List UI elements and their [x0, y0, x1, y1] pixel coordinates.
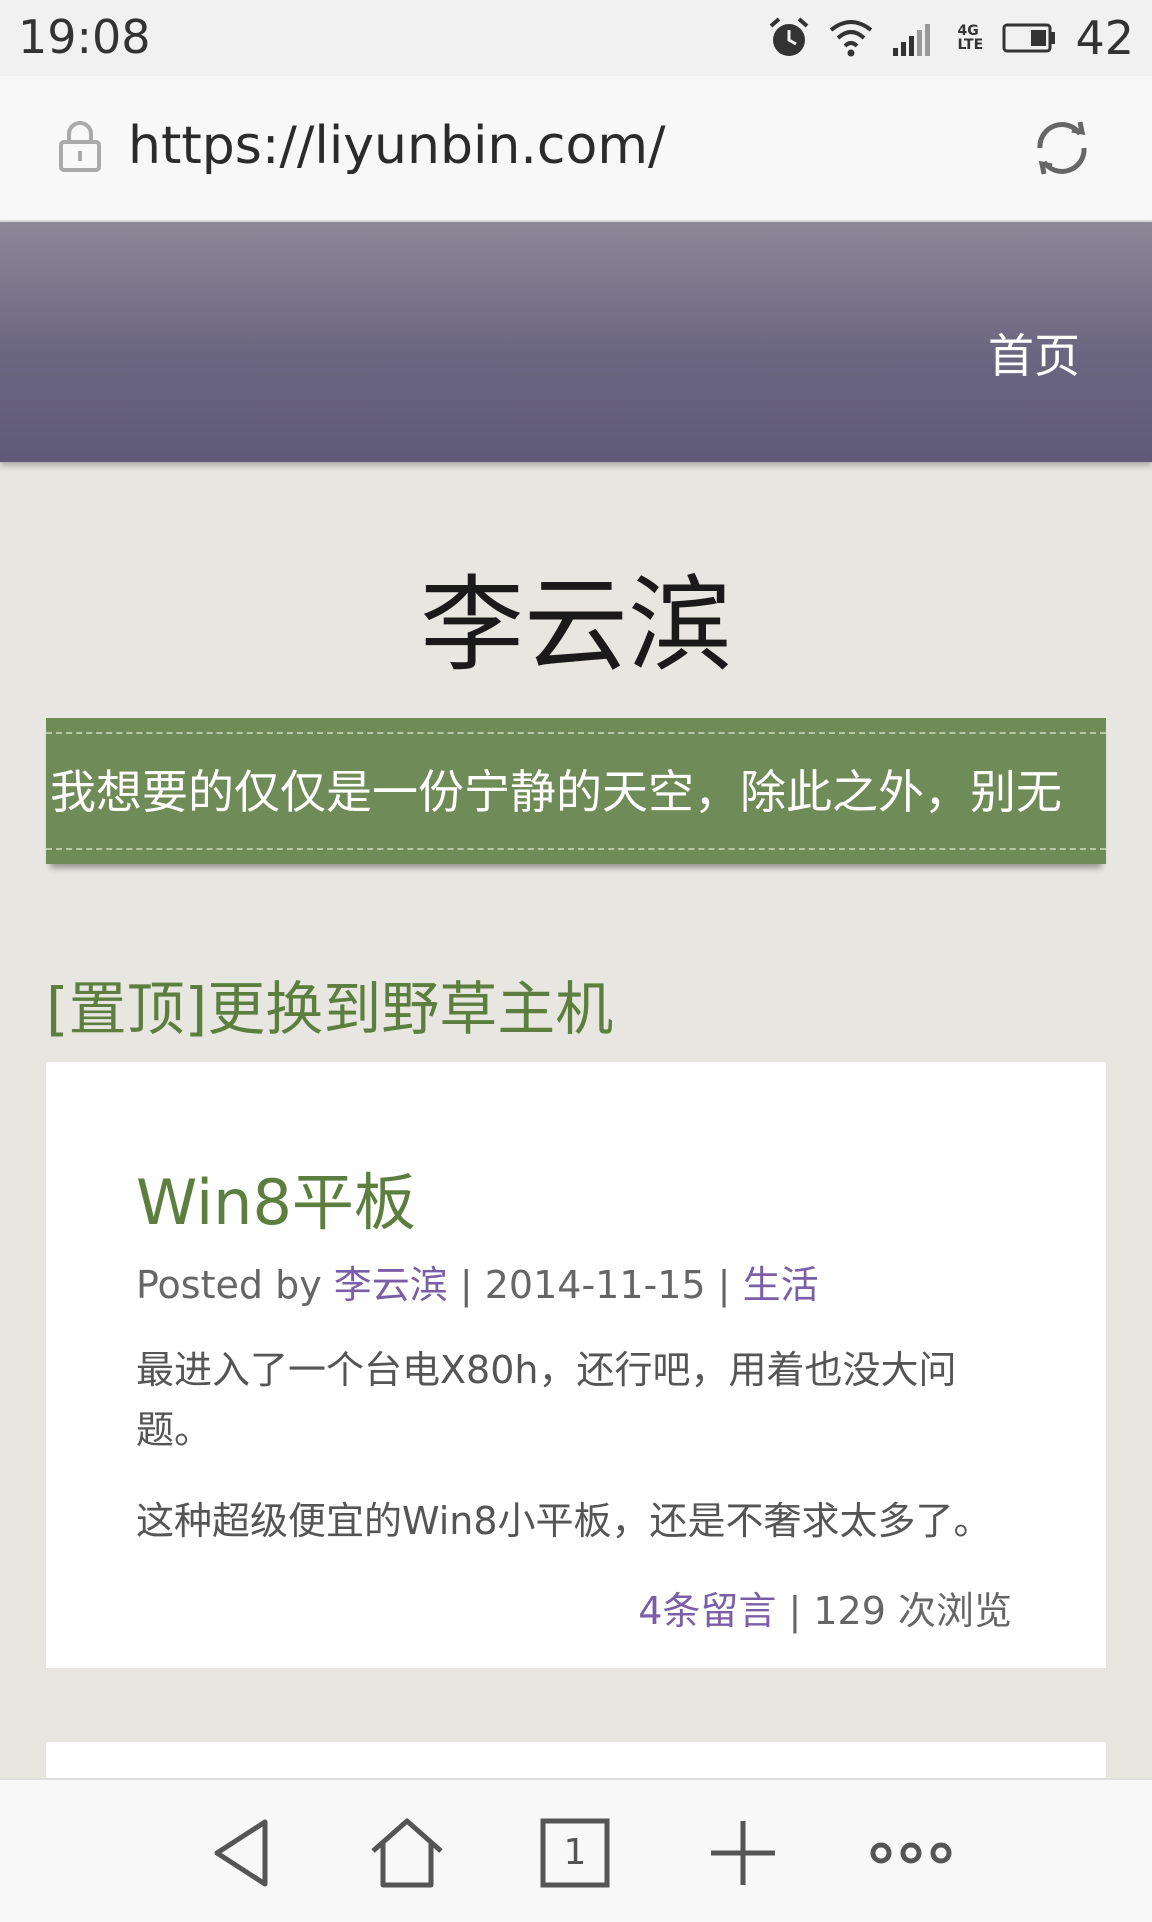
home-icon [371, 1818, 443, 1888]
back-button[interactable] [196, 1808, 286, 1898]
more-icon [870, 1842, 952, 1864]
network-type: 4G LTE [957, 23, 984, 53]
browser-bottom-bar: 1 [0, 1778, 1152, 1922]
site-header: 首页 [0, 222, 1152, 462]
post-paragraph: 最进入了一个台电X80h，还行吧，用着也没大问题。 [136, 1348, 957, 1452]
reload-icon[interactable] [1030, 116, 1094, 180]
site-title[interactable]: 李云滨 [0, 540, 1152, 691]
home-button[interactable] [362, 1808, 452, 1898]
battery-level: 42 [1075, 11, 1134, 65]
author-link[interactable]: 李云滨 [334, 1263, 448, 1307]
tabs-button[interactable]: 1 [530, 1808, 620, 1898]
status-time: 19:08 [18, 10, 151, 64]
tabs-count: 1 [563, 1832, 587, 1873]
post-card: Win8平板 Posted by 李云滨 | 2014-11-15 | 生活 最… [46, 1062, 1106, 1668]
signal-icon [893, 24, 931, 56]
new-tab-button[interactable] [698, 1808, 788, 1898]
lock-icon [59, 121, 101, 172]
status-icons: 4G LTE 42 [767, 10, 1134, 66]
category-link[interactable]: 生活 [743, 1263, 819, 1307]
comments-link[interactable]: 4条留言 [638, 1589, 776, 1633]
back-icon [214, 1819, 268, 1887]
post-meta: Posted by 李云滨 | 2014-11-15 | 生活 [136, 1254, 819, 1309]
sticky-post-link[interactable]: [置顶]更换到野草主机 [46, 962, 613, 1046]
alarm-icon [770, 17, 809, 56]
view-count: | 129 次浏览 [776, 1589, 1013, 1633]
wifi-icon [830, 20, 873, 57]
nav-home-link[interactable]: 首页 [988, 320, 1080, 386]
tagline-ribbon: 我想要的仅仅是一份宁静的天空，除此之外，别无 [46, 718, 1106, 864]
battery-icon [1002, 23, 1056, 53]
address-bar[interactable]: https://liyunbin.com/ [0, 76, 1152, 223]
url-text[interactable]: https://liyunbin.com/ [128, 116, 666, 176]
post-date: | 2014-11-15 | [447, 1263, 743, 1307]
plus-icon [711, 1821, 775, 1885]
post-title[interactable]: Win8平板 [136, 1152, 416, 1242]
meta-prefix: Posted by [136, 1263, 334, 1307]
post-paragraph: 这种超级便宜的Win8小平板，还是不奢求太多了。 [136, 1499, 992, 1543]
tagline-text: 我想要的仅仅是一份宁静的天空，除此之外，别无 [50, 765, 1062, 819]
post-footer: 4条留言 | 129 次浏览 [638, 1580, 1012, 1635]
more-button[interactable] [866, 1808, 956, 1898]
status-bar: 19:08 4G LTE 42 [0, 0, 1152, 76]
